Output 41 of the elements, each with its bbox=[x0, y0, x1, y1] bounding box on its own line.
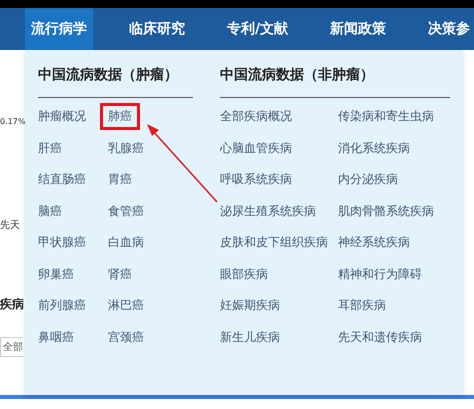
menu-link[interactable]: 耳部疾病 bbox=[330, 292, 394, 320]
menu-link[interactable]: 结直肠癌 bbox=[30, 166, 94, 194]
nav-tab[interactable]: 专利/文献 bbox=[221, 8, 294, 50]
percent-value: 0.17% bbox=[0, 117, 26, 126]
menu-link[interactable]: 宫颈癌 bbox=[100, 324, 152, 351]
menu-link[interactable]: 心脑血管疾病 bbox=[212, 134, 300, 162]
menu-link[interactable]: 内分泌疾病 bbox=[330, 166, 406, 194]
nav-tab[interactable]: 新闻政策 bbox=[324, 8, 392, 50]
menu-heading: 中国流病数据（非肿瘤） bbox=[220, 66, 374, 85]
menu-link[interactable]: 肝癌 bbox=[30, 134, 70, 162]
menu-link[interactable]: 淋巴癌 bbox=[100, 292, 152, 320]
nav-tab[interactable]: 决策参 bbox=[422, 8, 474, 50]
menu-link[interactable]: 妊娠期疾病 bbox=[212, 292, 288, 320]
chart-label: 先天 bbox=[0, 218, 20, 232]
menu-link[interactable]: 卵巢癌 bbox=[30, 260, 82, 288]
menu-link[interactable]: 前列腺癌 bbox=[30, 292, 94, 320]
menu-link[interactable]: 脑癌 bbox=[30, 198, 70, 225]
select-field[interactable]: 全部 bbox=[0, 337, 23, 357]
section-heading: 疾病 bbox=[0, 296, 24, 313]
menu-link[interactable]: 精神和行为障碍 bbox=[330, 260, 430, 288]
menu-link[interactable]: 先天和遗传疾病 bbox=[330, 324, 430, 351]
menu-link[interactable]: 白血病 bbox=[100, 229, 152, 256]
menu-link[interactable]: 呼吸系统疾病 bbox=[212, 166, 300, 194]
menu-link[interactable]: 肺癌 bbox=[100, 103, 140, 130]
menu-link[interactable]: 乳腺癌 bbox=[100, 134, 152, 162]
nav-tab[interactable]: 流行病学 bbox=[25, 8, 93, 50]
menu-link[interactable]: 肌肉骨骼系统疾病 bbox=[330, 198, 442, 225]
menu-heading: 中国流病数据（肿瘤） bbox=[38, 66, 178, 85]
menu-link[interactable]: 传染病和寄生虫病 bbox=[330, 103, 442, 130]
menu-link[interactable]: 甲状腺癌 bbox=[30, 229, 94, 256]
nav-tab[interactable]: 临床研究 bbox=[123, 8, 191, 50]
menu-link[interactable]: 全部疾病概况 bbox=[212, 103, 300, 130]
menu-link[interactable]: 肾癌 bbox=[100, 260, 140, 288]
menu-link[interactable]: 鼻咽癌 bbox=[30, 324, 82, 351]
menu-link[interactable]: 胃癌 bbox=[100, 166, 140, 194]
menu-link[interactable]: 肿瘤概况 bbox=[30, 103, 94, 130]
menu-link[interactable]: 新生儿疾病 bbox=[212, 324, 288, 351]
menu-link[interactable]: 眼部疾病 bbox=[212, 260, 276, 288]
menu-link[interactable]: 泌尿生殖系统疾病 bbox=[212, 198, 324, 225]
menu-link[interactable]: 食管癌 bbox=[100, 198, 152, 225]
menu-link[interactable]: 消化系统疾病 bbox=[330, 134, 418, 162]
